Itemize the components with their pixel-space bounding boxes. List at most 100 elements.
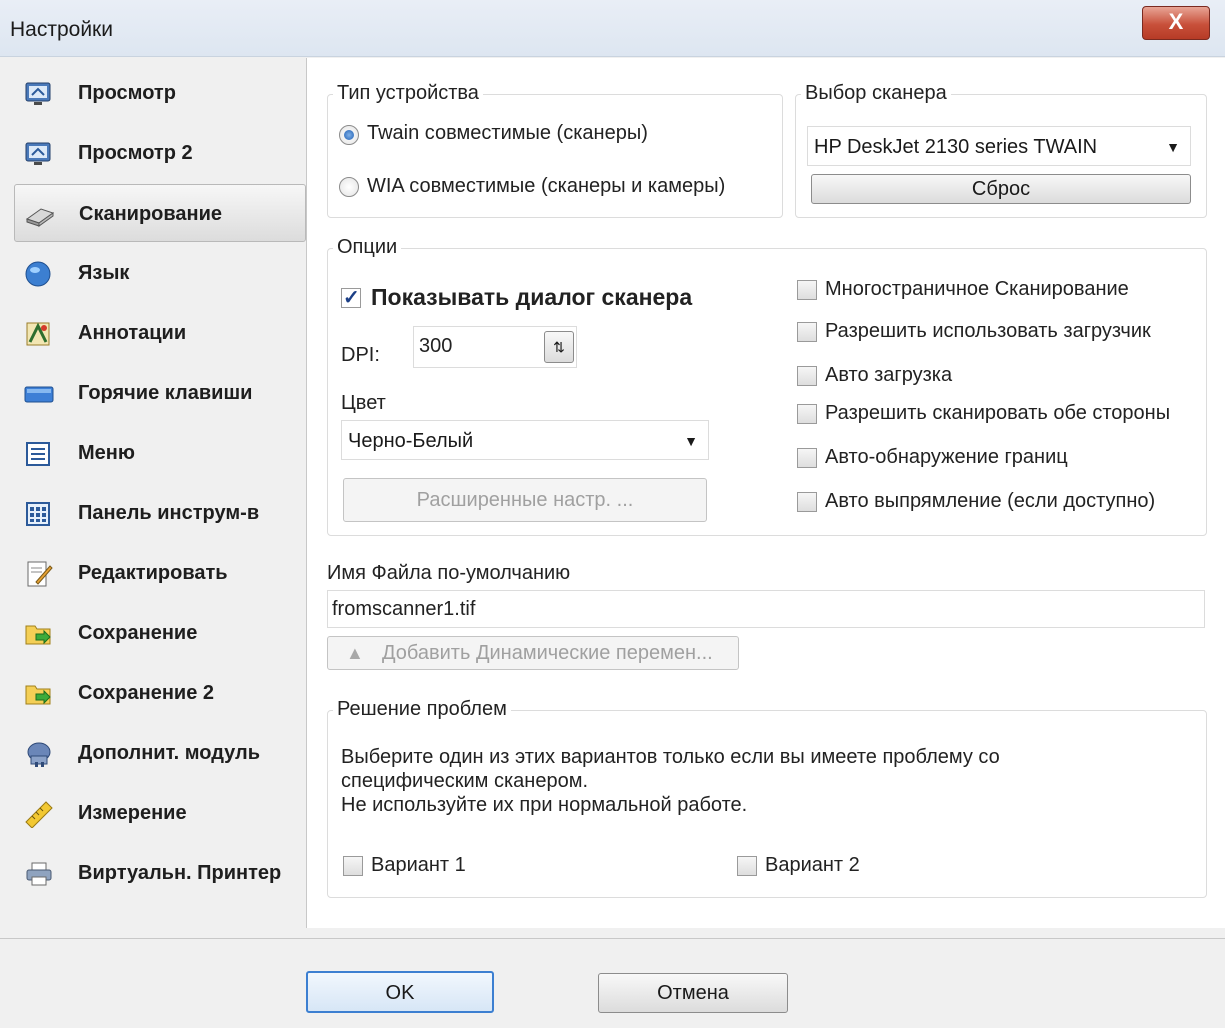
show-scanner-dialog-label: Показывать диалог сканера [371,284,693,310]
sidebar-item-label: Виртуальн. Принтер [78,862,282,884]
auto-feed-checkbox[interactable] [797,366,817,386]
sidebar-item-label: Меню [78,442,135,464]
color-dropdown-value: Черно-Белый [348,430,474,452]
color-dropdown[interactable]: Черно-Белый ▼ [341,420,709,460]
dpi-input[interactable]: 300 ⇅ [413,326,577,368]
scanning-settings-panel: Тип устройства Twain совместимые (сканер… [306,58,1225,928]
advanced-settings-label: Расширенные настр. ... [416,489,634,511]
title-bar: Настройки X [0,0,1225,57]
color-label: Цвет [341,392,386,414]
twain-radio[interactable] [339,125,359,145]
toolbar-icon [26,502,50,526]
reset-button-label: Сброс [971,178,1031,200]
sidebar-item-save-2[interactable]: Сохранение 2 [14,664,304,720]
close-icon: X [1168,9,1184,34]
wia-radio-label: WIA совместимые (сканеры и камеры) [367,175,726,197]
device-type-title: Тип устройства [333,82,483,105]
sidebar-item-label: Просмотр [78,82,176,104]
keyboard-icon [24,386,54,403]
auto-border-detect-label: Авто-обнаружение границ [825,446,1068,468]
sidebar-item-hotkeys[interactable]: Горячие клавиши [14,364,304,420]
scanner-dropdown[interactable]: HP DeskJet 2130 series TWAIN ▼ [807,126,1191,166]
cancel-button-label: Отмена [657,982,729,1004]
ok-button-label: OK [385,982,415,1004]
default-filename-value: fromscanner1.tif [332,598,476,620]
variant-2-label: Вариант 2 [765,854,860,876]
sidebar-item-plugin[interactable]: Дополнит. модуль [14,724,304,780]
cancel-button[interactable]: Отмена [598,973,788,1013]
save-folder-icon [25,685,51,705]
sidebar-item-label: Сохранение 2 [78,682,215,704]
scanner-icon [25,208,55,227]
monitor-icon [25,82,51,105]
chevron-down-icon: ▼ [1166,139,1180,155]
auto-deskew-checkbox[interactable] [797,492,817,512]
sidebar-item-language[interactable]: Язык [14,244,304,300]
dpi-stepper[interactable]: ⇅ [544,331,574,363]
sidebar-item-virtual-printer[interactable]: Виртуальн. Принтер [14,844,304,900]
duplex-scan-checkbox[interactable] [797,404,817,424]
advanced-settings-button[interactable]: Расширенные настр. ... [343,478,707,522]
sidebar-item-label: Аннотации [78,322,187,344]
variant-2-checkbox[interactable] [737,856,757,876]
save-folder-icon [25,625,51,645]
troubleshooting-text-line-2: специфическим сканером. [341,770,589,792]
reset-button[interactable]: Сброс [811,174,1191,204]
sidebar-item-view[interactable]: Просмотр [14,64,304,120]
printer-icon [26,862,52,886]
sidebar-item-menu[interactable]: Меню [14,424,304,480]
sidebar-item-label: Панель инструм-в [78,502,260,524]
add-dynamic-variables-label: Добавить Динамические перемен... [382,642,713,664]
sidebar-item-label: Язык [78,262,130,284]
wia-radio[interactable] [339,177,359,197]
up-arrow-icon: ▲ [346,643,364,663]
variant-1-label: Вариант 1 [371,854,466,876]
settings-dialog: Настройки X Просмотр Просмотр 2 Сканиров… [0,0,1225,1028]
sidebar-item-annotations[interactable]: Аннотации [14,304,304,360]
menu-icon [26,442,50,466]
checkmark-icon: ✓ [343,287,360,309]
show-scanner-dialog-checkbox[interactable]: ✓ [341,287,361,309]
variant-1-checkbox[interactable] [343,856,363,876]
auto-feed-label: Авто загрузка [825,364,953,386]
twain-radio-label: Twain совместимые (сканеры) [367,122,648,144]
sidebar-item-label: Сканирование [79,203,223,225]
multipage-scan-label: Многостраничное Сканирование [825,278,1129,300]
add-dynamic-variables-button[interactable]: ▲ Добавить Динамические перемен... [327,636,739,670]
dpi-value: 300 [419,335,453,357]
dialog-button-bar: OK Отмена [0,938,1225,1028]
multipage-scan-checkbox[interactable] [797,280,817,300]
allow-feeder-checkbox[interactable] [797,322,817,342]
dpi-label: DPI: [341,344,380,366]
sidebar-item-edit[interactable]: Редактировать [14,544,304,600]
ok-button[interactable]: OK [306,971,494,1013]
sidebar-item-save[interactable]: Сохранение [14,604,304,660]
annotation-icon [26,322,50,346]
updown-arrows-icon: ⇅ [553,339,565,355]
sidebar-item-toolbar[interactable]: Панель инструм-в [14,484,304,540]
auto-border-detect-checkbox[interactable] [797,448,817,468]
scanner-select-title: Выбор сканера [801,82,951,105]
default-filename-input[interactable]: fromscanner1.tif [327,590,1205,628]
sidebar-item-measure[interactable]: Измерение [14,784,304,840]
troubleshooting-text-line-3: Не используйте их при нормальной работе. [341,794,748,816]
troubleshooting-text-line-1: Выберите один из этих вариантов только е… [341,746,1000,768]
sidebar-item-view-2[interactable]: Просмотр 2 [14,124,304,180]
device-type-group [327,94,783,218]
chevron-down-icon: ▼ [684,433,698,449]
auto-deskew-label: Авто выпрямление (если доступно) [825,490,1156,512]
sidebar-item-label: Измерение [78,802,187,824]
close-button[interactable]: X [1142,6,1210,40]
plugin-icon [27,742,51,767]
settings-sidebar: Просмотр Просмотр 2 Сканирование Язык Ан… [10,60,306,930]
scanner-dropdown-value: HP DeskJet 2130 series TWAIN [814,136,1098,158]
allow-feeder-label: Разрешить использовать загрузчик [825,320,1151,342]
troubleshooting-title: Решение проблем [333,698,511,721]
sidebar-item-label: Горячие клавиши [78,382,253,404]
ruler-icon [25,801,53,828]
options-title: Опции [333,236,402,259]
sidebar-item-scanning[interactable]: Сканирование [14,184,306,242]
window-title: Настройки [10,18,113,41]
monitor-icon [25,142,51,165]
globe-icon [25,261,51,287]
